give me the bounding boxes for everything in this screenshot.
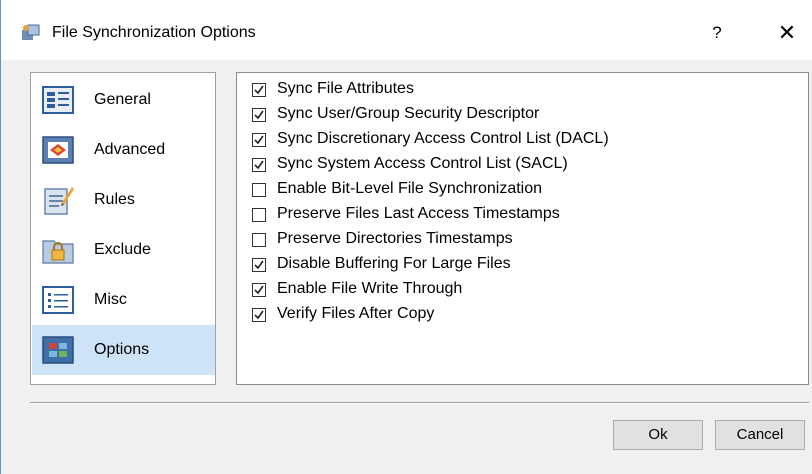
sidebar-item-rules[interactable]: Rules: [32, 175, 215, 225]
checkbox[interactable]: [252, 308, 266, 322]
ok-button[interactable]: Ok: [613, 420, 703, 450]
title-bar[interactable]: File Synchronization Options ? ✕: [1, 0, 812, 60]
sidebar-item-label: General: [94, 91, 151, 108]
option-preserve-directories-timestamps[interactable]: Preserve Directories Timestamps: [252, 230, 792, 253]
sidebar-item-label: Exclude: [94, 241, 151, 258]
option-write-through[interactable]: Enable File Write Through: [252, 280, 792, 303]
rules-icon: [44, 187, 74, 215]
option-label: Sync Discretionary Access Control List (…: [277, 130, 609, 147]
help-button[interactable]: ?: [699, 16, 735, 50]
sidebar-item-label: Misc: [94, 291, 127, 308]
option-label: Verify Files After Copy: [277, 305, 435, 322]
footer-divider: [30, 402, 809, 404]
checkmark-icon: [254, 310, 264, 320]
option-sync-security-descriptor[interactable]: Sync User/Group Security Descriptor: [252, 105, 792, 128]
option-label: Enable File Write Through: [277, 280, 463, 297]
checkbox[interactable]: [252, 283, 266, 297]
advanced-icon: [42, 136, 74, 164]
sidebar-item-advanced[interactable]: Advanced: [32, 125, 215, 175]
option-label: Preserve Files Last Access Timestamps: [277, 205, 560, 222]
misc-list-icon: [42, 286, 74, 314]
sidebar-item-label: Advanced: [94, 141, 166, 158]
sidebar-item-misc[interactable]: Misc: [32, 275, 215, 325]
category-sidebar: General Advanced Rules Exclude Misc Opti…: [30, 72, 216, 385]
checkmark-icon: [254, 135, 264, 145]
checkmark-icon: [254, 85, 264, 95]
option-label: Preserve Directories Timestamps: [277, 230, 513, 247]
option-sync-file-attributes[interactable]: Sync File Attributes: [252, 80, 792, 103]
option-preserve-last-access[interactable]: Preserve Files Last Access Timestamps: [252, 205, 792, 228]
options-list-panel: Sync File Attributes Sync User/Group Sec…: [236, 72, 809, 385]
option-sync-dacl[interactable]: Sync Discretionary Access Control List (…: [252, 130, 792, 153]
checkbox[interactable]: [252, 158, 266, 172]
option-label: Sync User/Group Security Descriptor: [277, 105, 540, 122]
option-verify-files[interactable]: Verify Files After Copy: [252, 305, 792, 328]
option-bit-level-sync[interactable]: Enable Bit-Level File Synchronization: [252, 180, 792, 203]
checkmark-icon: [254, 110, 264, 120]
checkbox[interactable]: [252, 108, 266, 122]
option-label: Sync File Attributes: [277, 80, 414, 97]
checkbox[interactable]: [252, 208, 266, 222]
app-sync-icon: [22, 24, 40, 40]
option-disable-buffering[interactable]: Disable Buffering For Large Files: [252, 255, 792, 278]
checkbox[interactable]: [252, 133, 266, 147]
checkmark-icon: [254, 260, 264, 270]
options-grid-icon: [42, 336, 74, 364]
checkbox[interactable]: [252, 83, 266, 97]
checkmark-icon: [254, 160, 264, 170]
checkmark-icon: [254, 285, 264, 295]
close-button[interactable]: ✕: [769, 17, 805, 51]
option-label: Disable Buffering For Large Files: [277, 255, 511, 272]
option-sync-sacl[interactable]: Sync System Access Control List (SACL): [252, 155, 792, 178]
sidebar-item-label: Rules: [94, 191, 135, 208]
checkbox[interactable]: [252, 233, 266, 247]
exclude-lock-folder-icon: [42, 240, 74, 264]
option-label: Enable Bit-Level File Synchronization: [277, 180, 543, 197]
sidebar-item-label: Options: [94, 341, 150, 358]
sidebar-item-options[interactable]: Options: [32, 325, 215, 375]
dialog-window: File Synchronization Options ? ✕ General: [0, 0, 812, 474]
general-icon: [42, 86, 74, 114]
window-title: File Synchronization Options: [52, 24, 256, 41]
sidebar-item-general[interactable]: General: [32, 75, 215, 125]
checkbox[interactable]: [252, 258, 266, 272]
checkbox[interactable]: [252, 183, 266, 197]
cancel-button[interactable]: Cancel: [715, 420, 805, 450]
sidebar-item-exclude[interactable]: Exclude: [32, 225, 215, 275]
option-label: Sync System Access Control List (SACL): [277, 155, 568, 172]
